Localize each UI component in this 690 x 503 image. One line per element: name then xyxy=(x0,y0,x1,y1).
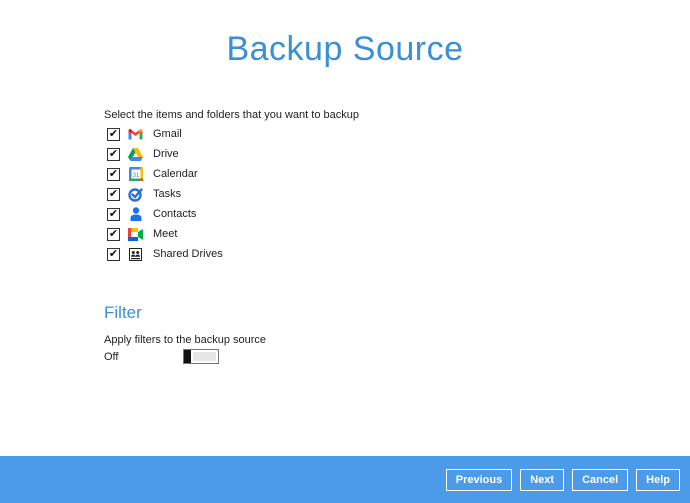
meet-icon xyxy=(128,227,143,242)
page-title: Backup Source xyxy=(226,30,464,68)
filter-state-label: Off xyxy=(104,351,119,363)
backup-items-list: ✔ Gmail ✔ Drive ✔ 31 Calendar ✔ Tasks ✔ … xyxy=(107,124,223,264)
list-item-meet: ✔ Meet xyxy=(107,224,223,244)
calendar-icon: 31 xyxy=(128,167,143,182)
next-button[interactable]: Next xyxy=(520,469,565,491)
tasks-checkbox[interactable]: ✔ xyxy=(107,187,120,201)
footer-buttons: Previous Next Cancel Help xyxy=(445,469,680,491)
filter-heading: Filter xyxy=(104,303,142,322)
svg-text:31: 31 xyxy=(132,173,139,179)
gmail-checkbox[interactable]: ✔ xyxy=(107,127,120,141)
meet-label: Meet xyxy=(153,228,178,240)
list-item-calendar: ✔ 31 Calendar xyxy=(107,164,223,184)
previous-button[interactable]: Previous xyxy=(445,469,513,491)
contacts-checkbox[interactable]: ✔ xyxy=(107,207,120,221)
footer-bar: Previous Next Cancel Help xyxy=(0,456,690,503)
calendar-checkbox[interactable]: ✔ xyxy=(107,167,120,181)
help-button[interactable]: Help xyxy=(636,469,680,491)
list-item-drive: ✔ Drive xyxy=(107,144,223,164)
tasks-icon xyxy=(128,187,143,202)
list-item-contacts: ✔ Contacts xyxy=(107,204,223,224)
list-item-shared-drives: ✔ Shared Drives xyxy=(107,244,223,264)
meet-checkbox[interactable]: ✔ xyxy=(107,227,120,241)
drive-label: Drive xyxy=(153,148,179,160)
shared-drives-icon xyxy=(128,247,143,262)
calendar-label: Calendar xyxy=(153,168,198,180)
drive-checkbox[interactable]: ✔ xyxy=(107,147,120,161)
filter-toggle-knob xyxy=(184,350,191,363)
list-item-gmail: ✔ Gmail xyxy=(107,124,223,144)
filter-description: Apply filters to the backup source xyxy=(104,334,267,346)
shared-drives-label: Shared Drives xyxy=(153,248,223,260)
gmail-label: Gmail xyxy=(153,128,182,140)
tasks-label: Tasks xyxy=(153,188,182,200)
drive-icon xyxy=(128,147,143,162)
cancel-button[interactable]: Cancel xyxy=(572,469,629,491)
contacts-icon xyxy=(128,207,143,222)
backup-instruction: Select the items and folders that you wa… xyxy=(104,109,359,121)
gmail-icon xyxy=(128,127,143,142)
filter-toggle[interactable] xyxy=(183,349,219,364)
shared-drives-checkbox[interactable]: ✔ xyxy=(107,247,120,261)
list-item-tasks: ✔ Tasks xyxy=(107,184,223,204)
contacts-label: Contacts xyxy=(153,208,197,220)
filter-toggle-track xyxy=(193,352,216,361)
